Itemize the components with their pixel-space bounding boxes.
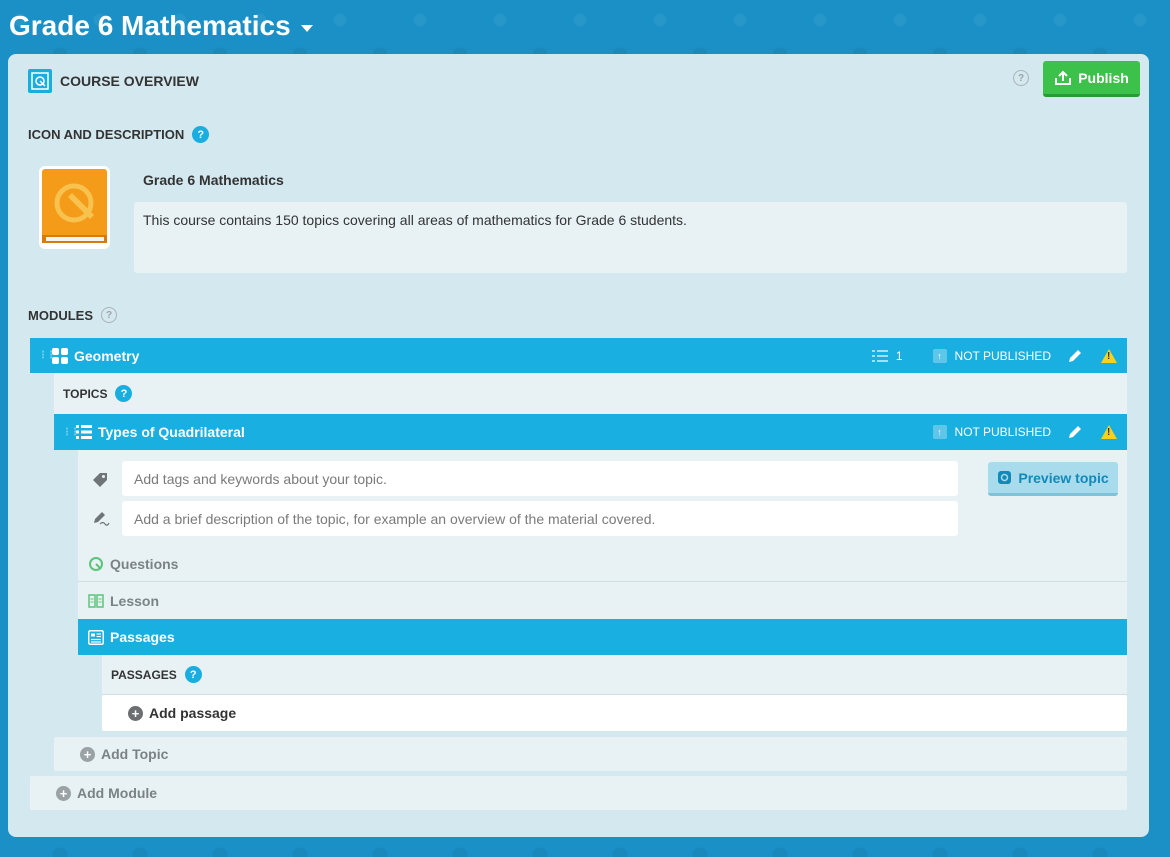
topic-list-icon (76, 425, 92, 439)
course-name: Grade 6 Mathematics (143, 172, 284, 188)
publish-status-icon: ↑ (932, 348, 947, 363)
preview-icon (998, 471, 1012, 484)
upload-icon (1055, 70, 1072, 85)
module-name: Geometry (74, 347, 140, 364)
edit-icon[interactable] (1067, 424, 1083, 440)
course-panel: COURSE OVERVIEW ? Publish ICON AND DESCR… (8, 54, 1149, 837)
tags-input[interactable]: Add tags and keywords about your topic. (122, 461, 958, 496)
add-topic-label: Add Topic (101, 746, 169, 762)
questions-label: Questions (110, 555, 179, 572)
course-title-dropdown[interactable]: Grade 6 Mathematics (9, 10, 313, 42)
drag-handle-icon[interactable]: ⋮⋮ (38, 350, 56, 361)
preview-topic-label: Preview topic (1018, 469, 1109, 486)
course-overview-header: COURSE OVERVIEW (28, 68, 199, 94)
warning-icon[interactable] (1101, 348, 1117, 363)
questions-icon (89, 556, 103, 571)
icon-description-label: ICON AND DESCRIPTION (28, 127, 185, 142)
lesson-tab[interactable]: Lesson (78, 582, 1127, 619)
page-title: Grade 6 Mathematics (9, 10, 291, 41)
topic-row[interactable]: ⋮⋮ Types of Quadrilateral ↑ NOT PUBLISHE… (54, 414, 1127, 450)
passages-label: PASSAGES (111, 667, 177, 682)
edit-icon[interactable] (1067, 348, 1083, 364)
publish-status-icon: ↑ (932, 425, 947, 439)
pen-icon (92, 510, 110, 530)
chevron-down-icon (300, 24, 313, 32)
module-icon (52, 347, 68, 364)
passages-icon (88, 629, 104, 645)
modules-label: MODULES (28, 307, 93, 323)
help-icon[interactable]: ? (101, 307, 117, 323)
module-row-geometry[interactable]: ⋮⋮ Geometry 1 ↑ NOT PUBLISHED (30, 338, 1127, 373)
topics-label: TOPICS (63, 386, 108, 401)
plus-icon: + (56, 785, 71, 801)
course-overview-icon (28, 69, 52, 93)
help-icon[interactable]: ? (1013, 70, 1029, 86)
tag-icon (92, 472, 108, 492)
help-icon[interactable]: ? (115, 385, 133, 402)
questions-tab[interactable]: Questions (78, 546, 1127, 582)
passages-section: PASSAGES ? (102, 655, 1127, 695)
topic-status: NOT PUBLISHED (954, 425, 1051, 439)
add-passage-button[interactable]: + Add passage (102, 695, 1127, 731)
book-icon (88, 593, 104, 608)
add-module-button[interactable]: + Add Module (30, 776, 1127, 810)
course-book-icon[interactable] (38, 165, 111, 250)
modules-section: MODULES ? (28, 307, 117, 323)
lesson-label: Lesson (110, 592, 160, 609)
module-status: NOT PUBLISHED (954, 348, 1051, 363)
plus-icon: + (128, 705, 143, 721)
publish-button[interactable]: Publish (1043, 61, 1140, 97)
course-overview-label: COURSE OVERVIEW (60, 73, 199, 89)
warning-icon[interactable] (1101, 425, 1117, 439)
publish-label: Publish (1078, 69, 1129, 86)
passages-tab[interactable]: Passages (78, 619, 1127, 655)
topic-count: 1 (895, 348, 903, 363)
drag-handle-icon[interactable]: ⋮⋮ (62, 427, 80, 438)
add-topic-button[interactable]: + Add Topic (54, 737, 1127, 771)
help-icon[interactable]: ? (192, 126, 210, 143)
course-description-field[interactable]: This course contains 150 topics covering… (134, 202, 1127, 273)
list-icon (871, 349, 888, 362)
help-icon[interactable]: ? (184, 666, 202, 683)
preview-topic-button[interactable]: Preview topic (988, 462, 1118, 496)
plus-icon: + (80, 746, 95, 762)
topic-description-input[interactable]: Add a brief description of the topic, fo… (122, 501, 958, 536)
add-passage-label: Add passage (149, 705, 237, 721)
add-module-label: Add Module (77, 785, 158, 801)
topics-section: TOPICS ? (54, 373, 1127, 414)
icon-description-section: ICON AND DESCRIPTION ? (28, 126, 210, 143)
passages-tab-label: Passages (110, 629, 175, 645)
topic-name: Types of Quadrilateral (98, 424, 245, 440)
